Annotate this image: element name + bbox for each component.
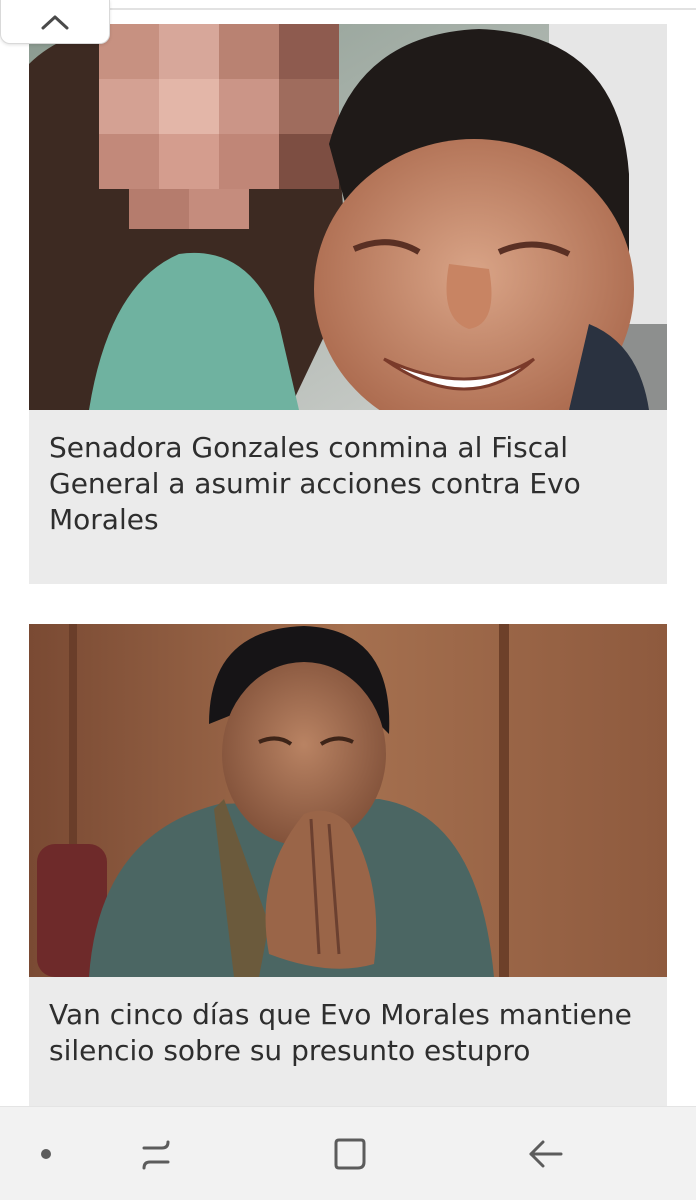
home-button[interactable] bbox=[305, 1107, 395, 1200]
recent-apps-button[interactable] bbox=[111, 1107, 201, 1200]
chevron-up-icon bbox=[41, 15, 69, 29]
news-feed-page: Senadora Gonzales conmina al Fiscal Gene… bbox=[0, 0, 696, 1200]
collapse-button[interactable] bbox=[0, 0, 110, 44]
article-photo[interactable] bbox=[29, 24, 667, 410]
home-icon bbox=[334, 1138, 366, 1170]
article-photo[interactable] bbox=[29, 624, 667, 977]
back-button[interactable] bbox=[500, 1107, 590, 1200]
system-navigation-bar bbox=[0, 1106, 696, 1200]
article-card[interactable]: Senadora Gonzales conmina al Fiscal Gene… bbox=[29, 24, 667, 584]
article-title[interactable]: Van cinco días que Evo Morales mantiene … bbox=[49, 997, 647, 1069]
nav-dot-button[interactable] bbox=[1, 1107, 91, 1200]
article-photo-illustration bbox=[29, 24, 667, 410]
article-card[interactable]: Van cinco días que Evo Morales mantiene … bbox=[29, 624, 667, 1144]
recent-apps-icon bbox=[142, 1140, 170, 1170]
article-photo-illustration bbox=[29, 624, 667, 977]
dot-icon bbox=[41, 1149, 51, 1159]
article-title[interactable]: Senadora Gonzales conmina al Fiscal Gene… bbox=[49, 430, 647, 538]
article-text-panel[interactable]: Senadora Gonzales conmina al Fiscal Gene… bbox=[29, 410, 667, 584]
back-arrow-icon bbox=[529, 1140, 563, 1168]
